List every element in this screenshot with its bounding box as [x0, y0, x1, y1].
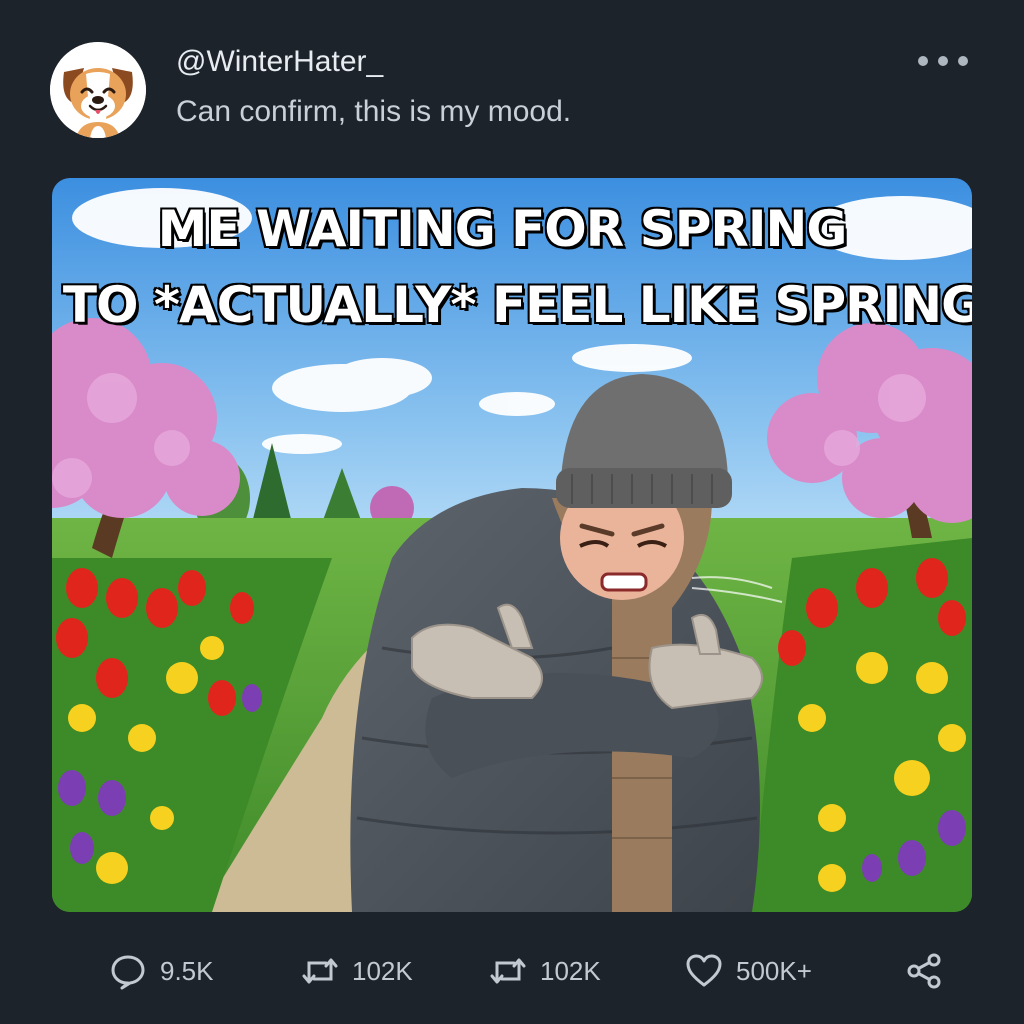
reply-icon	[111, 955, 145, 990]
reply-button[interactable]: 9.5K	[108, 946, 214, 996]
share-icon	[907, 953, 941, 989]
post-text: Can confirm, this is my mood.	[176, 95, 572, 128]
tweet-actions-bar: 9.5K 102K 102K 500K+	[0, 946, 1024, 996]
quote-retweet-button[interactable]: 102K	[488, 946, 601, 996]
retweet-icon	[490, 958, 526, 984]
tweet-card: @WinterHater_ Can confirm, this is my mo…	[0, 0, 1024, 1024]
share-button[interactable]	[904, 946, 944, 996]
reply-count: 9.5K	[160, 955, 214, 986]
retweet-count: 102K	[352, 955, 413, 986]
more-options-icon[interactable]	[918, 48, 968, 74]
retweet-button[interactable]: 102K	[300, 946, 413, 996]
meme-image[interactable]: ME WAITING FOR SPRING TO *ACTUALLY* FEEL…	[52, 178, 972, 912]
like-button[interactable]: 500K+	[684, 946, 812, 996]
user-handle[interactable]: @WinterHater_	[176, 44, 383, 80]
meme-caption-line-1: ME WAITING FOR SPRING	[156, 199, 849, 260]
heart-icon	[686, 954, 722, 987]
retweet-icon	[302, 958, 338, 984]
avatar[interactable]	[50, 42, 146, 138]
meme-caption-line-2: TO *ACTUALLY* FEEL LIKE SPRING	[61, 275, 972, 336]
dog-avatar-icon	[50, 42, 146, 138]
quote-retweet-count: 102K	[540, 955, 601, 986]
like-count: 500K+	[736, 955, 812, 986]
